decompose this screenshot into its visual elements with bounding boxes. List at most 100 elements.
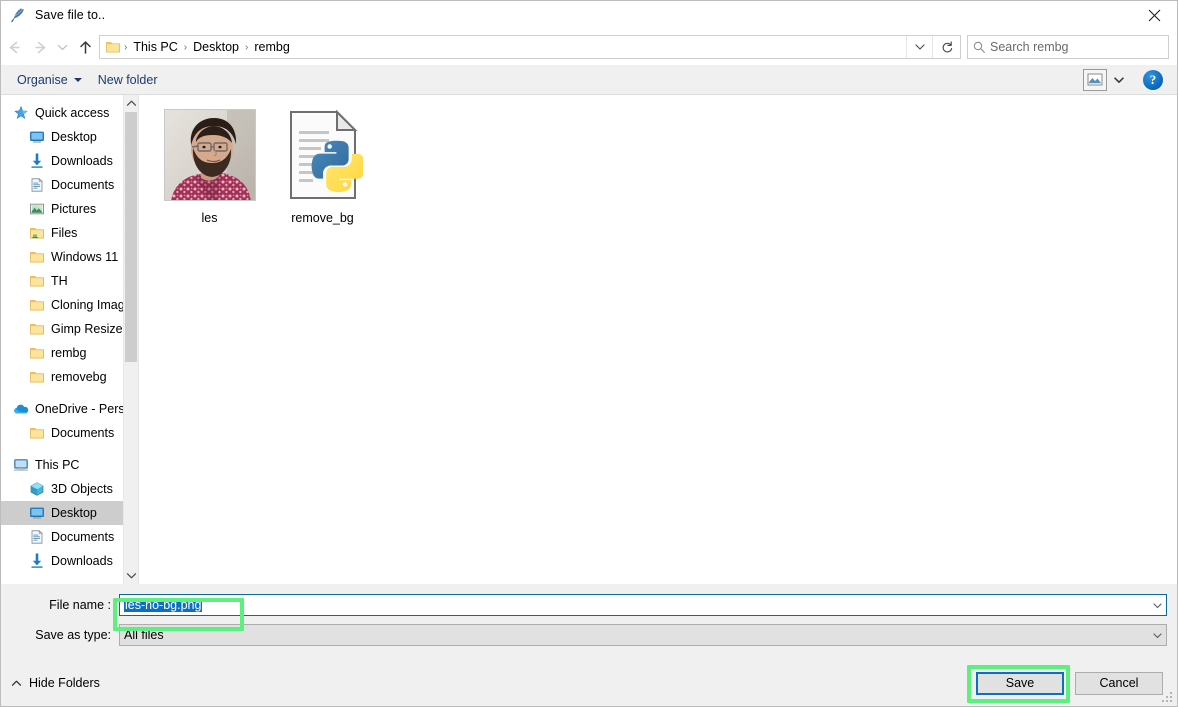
search-icon xyxy=(968,40,990,54)
documents-icon xyxy=(29,529,45,545)
arrow-left-icon xyxy=(6,39,23,56)
resize-grip-icon[interactable] xyxy=(1162,692,1174,704)
cancel-button[interactable]: Cancel xyxy=(1075,672,1163,695)
arrow-right-icon xyxy=(32,39,49,56)
sidebar-item-desktop[interactable]: Desktop xyxy=(1,501,138,525)
quick-access-star-icon xyxy=(13,105,29,121)
sidebar-item-pictures[interactable]: Pictures xyxy=(1,197,138,221)
sidebar-item-label: rembg xyxy=(51,346,86,360)
folder-icon xyxy=(29,249,45,265)
sidebar-item-documents[interactable]: Documents xyxy=(1,525,138,549)
folder-icon xyxy=(29,249,45,265)
scroll-down-icon[interactable] xyxy=(124,567,138,584)
scrollbar-thumb[interactable] xyxy=(125,112,137,362)
back-button[interactable] xyxy=(1,34,27,60)
filename-value: les-no-bg.png xyxy=(124,598,202,612)
sidebar-item-gimp-resize[interactable]: Gimp Resize xyxy=(1,317,138,341)
search-input[interactable]: Search rembg xyxy=(967,35,1169,59)
up-one-level-button[interactable] xyxy=(71,34,99,60)
pictures-icon xyxy=(29,201,45,217)
refresh-icon xyxy=(940,40,954,54)
sidebar-item-rembg[interactable]: rembg xyxy=(1,341,138,365)
chevron-down-icon xyxy=(914,41,926,53)
sidebar-item-quick-access[interactable]: Quick access xyxy=(1,101,138,125)
breadcrumb-desktop[interactable]: Desktop xyxy=(188,39,244,55)
filename-dropdown-button[interactable] xyxy=(1149,595,1166,615)
help-circle-icon[interactable]: ? xyxy=(1143,70,1163,90)
dialog-footer: File name : les-no-bg.png Save as type: … xyxy=(1,584,1177,706)
list-item-label: les xyxy=(202,211,218,225)
navigation-bar: › This PC › Desktop › rembg xyxy=(1,29,1177,65)
folder-icon xyxy=(29,273,45,289)
folder-icon xyxy=(29,297,45,313)
sidebar-item-removebg[interactable]: removebg xyxy=(1,365,138,389)
sidebar-item-label: OneDrive - Person xyxy=(35,402,134,416)
filename-input[interactable]: les-no-bg.png xyxy=(119,594,1167,616)
save-button[interactable]: Save xyxy=(976,672,1064,695)
sidebar-item-label: Downloads xyxy=(51,154,113,168)
documents-icon xyxy=(29,177,45,193)
sidebar-item-desktop[interactable]: Desktop xyxy=(1,125,138,149)
navigation-pane: Quick accessDesktopDownloadsDocumentsPic… xyxy=(1,95,139,584)
address-dropdown-button[interactable] xyxy=(906,36,932,58)
folder-icon xyxy=(29,297,45,313)
sidebar-item-files[interactable]: Files xyxy=(1,221,138,245)
sidebar-group-gap xyxy=(1,445,138,453)
organise-button[interactable]: Organise xyxy=(9,70,90,90)
feather-quill-icon xyxy=(10,7,26,23)
onedrive-cloud-icon xyxy=(13,401,29,417)
sidebar-item-label: Documents xyxy=(51,530,114,544)
file-list-pane[interactable]: les xyxy=(139,95,1177,584)
scroll-up-icon[interactable] xyxy=(124,95,138,112)
cancel-label: Cancel xyxy=(1100,676,1139,690)
sidebar-item-documents[interactable]: Documents xyxy=(1,421,138,445)
close-icon[interactable] xyxy=(1131,1,1177,29)
sidebar-item-cloning-images[interactable]: Cloning Images xyxy=(1,293,138,317)
arrow-up-icon xyxy=(77,39,94,56)
sidebar-item-label: removebg xyxy=(51,370,107,384)
list-item-label: remove_bg xyxy=(291,211,354,225)
breadcrumb-this-pc[interactable]: This PC xyxy=(128,39,182,55)
sidebar-item-downloads[interactable]: Downloads xyxy=(1,149,138,173)
new-folder-button[interactable]: New folder xyxy=(90,70,166,90)
filetype-dropdown-button[interactable] xyxy=(1149,625,1166,645)
filetype-value: All files xyxy=(120,628,1149,642)
sidebar-item-windows-11-f[interactable]: Windows 11 F xyxy=(1,245,138,269)
hide-folders-button[interactable]: Hide Folders xyxy=(11,676,100,690)
save-label: Save xyxy=(1006,676,1035,690)
list-item[interactable]: les xyxy=(153,103,266,225)
recent-locations-button[interactable] xyxy=(53,34,71,60)
list-item[interactable]: remove_bg xyxy=(266,103,379,225)
address-bar[interactable]: › This PC › Desktop › rembg xyxy=(99,35,961,59)
sidebar-item-documents[interactable]: Documents xyxy=(1,173,138,197)
sidebar-item-label: Documents xyxy=(51,426,114,440)
scrollbar-track[interactable] xyxy=(124,112,138,567)
filename-label: File name : xyxy=(1,598,119,612)
sidebar-item-onedrive-person[interactable]: OneDrive - Person xyxy=(1,397,138,421)
desktop-monitor-icon xyxy=(29,505,45,521)
view-options-dropdown[interactable] xyxy=(1109,69,1129,91)
filetype-label: Save as type: xyxy=(1,628,119,642)
sidebar-item-th[interactable]: TH xyxy=(1,269,138,293)
button-row: Save Cancel xyxy=(976,672,1163,695)
filetype-select[interactable]: All files xyxy=(119,624,1167,646)
filename-row: File name : les-no-bg.png xyxy=(1,592,1177,618)
sidebar-scrollbar[interactable] xyxy=(123,95,138,584)
breadcrumb-rembg[interactable]: rembg xyxy=(249,39,294,55)
sidebar-item-downloads[interactable]: Downloads xyxy=(1,549,138,573)
change-view-button[interactable] xyxy=(1083,69,1107,91)
downloads-arrow-icon xyxy=(29,153,45,169)
3d-objects-icon xyxy=(29,481,45,497)
sidebar-item-3d-objects[interactable]: 3D Objects xyxy=(1,477,138,501)
folder-icon xyxy=(29,345,45,361)
refresh-button[interactable] xyxy=(932,36,960,58)
forward-button[interactable] xyxy=(27,34,53,60)
sidebar-item-label: Pictures xyxy=(51,202,96,216)
filetype-row: Save as type: All files xyxy=(1,622,1177,648)
folder-files-icon xyxy=(29,225,45,241)
sidebar-item-label: Documents xyxy=(51,178,114,192)
sidebar-item-this-pc[interactable]: This PC xyxy=(1,453,138,477)
photo-thumbnail xyxy=(164,109,256,201)
file-icon-wrap xyxy=(162,107,258,203)
sidebar-item-label: Cloning Images xyxy=(51,298,134,312)
